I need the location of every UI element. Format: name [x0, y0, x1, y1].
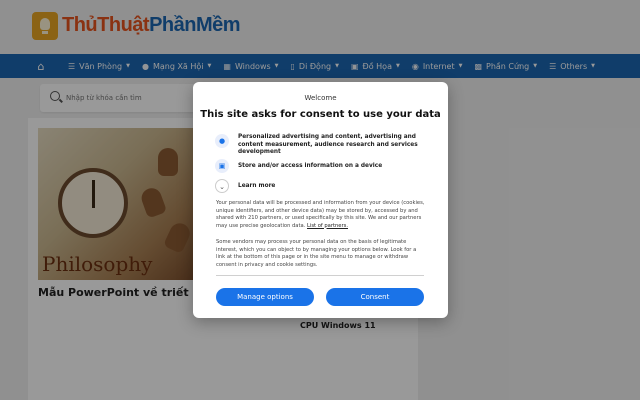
purpose-text: Personalized advertising and content, ad…: [238, 134, 418, 155]
person-icon: ●: [215, 134, 229, 148]
learn-more-row[interactable]: ⌄ Learn more: [215, 179, 429, 193]
consent-paragraph-1: Your personal data will be processed and…: [216, 200, 426, 230]
partners-link[interactable]: List of partners.: [307, 223, 348, 229]
manage-options-button[interactable]: Manage options: [216, 288, 314, 306]
consent-paragraph-2: Some vendors may process your personal d…: [216, 239, 417, 268]
chevron-down-icon: ⌄: [215, 179, 229, 193]
device-icon: ▣: [215, 159, 229, 173]
dialog-welcome: Welcome: [304, 94, 337, 102]
dialog-title: This site asks for consent to use your d…: [200, 109, 441, 120]
dialog-divider: [216, 275, 424, 276]
consent-dialog: Welcome This site asks for consent to us…: [193, 82, 448, 318]
consent-button[interactable]: Consent: [326, 288, 424, 306]
purpose-personalized: ● Personalized advertising and content, …: [215, 134, 429, 157]
purpose-text: Store and/or access information on a dev…: [238, 163, 383, 169]
learn-more-label: Learn more: [238, 183, 276, 189]
purpose-device: ▣ Store and/or access information on a d…: [215, 159, 429, 173]
